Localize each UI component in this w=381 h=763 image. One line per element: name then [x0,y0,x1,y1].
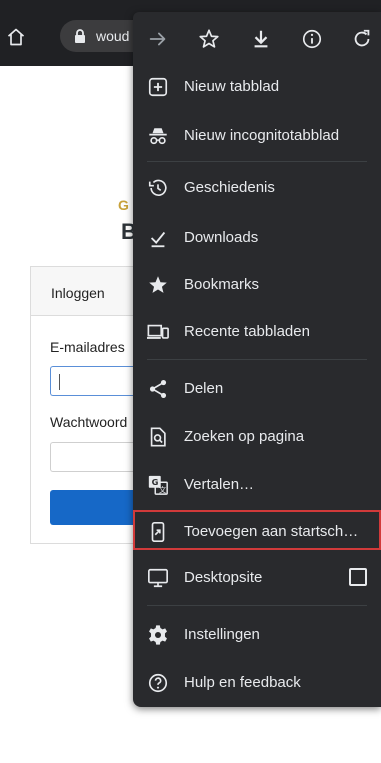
menu-toolbar [133,12,381,66]
menu-item-label: Zoeken op pagina [184,428,305,445]
menu-item-bookmarks[interactable]: Bookmarks [133,262,381,308]
menu-item-history[interactable]: Geschiedenis [133,165,381,211]
password-label: Wachtwoord [50,414,128,430]
password-field[interactable] [50,442,140,472]
share-icon [149,380,167,398]
menu-item-new-tab[interactable]: Nieuw tabblad [133,64,381,110]
download-icon[interactable] [250,28,272,50]
find-in-page-icon [150,427,166,447]
menu-item-label: Delen [184,380,224,397]
menu-item-label: Instellingen [184,626,260,643]
menu-divider [147,359,367,360]
logo-top-text: G [118,197,129,213]
text-caret [59,374,60,390]
email-field[interactable] [50,366,140,396]
menu-item-label: Bookmarks [184,276,260,293]
menu-item-label: Hulp en feedback [184,674,301,691]
menu-item-label: Nieuw incognitotabblad [184,127,340,144]
address-bar-text: woud [96,28,130,44]
email-label: E-mailadres [50,339,125,355]
menu-item-desktop-site[interactable]: Desktopsite [133,555,381,601]
menu-item-translate[interactable]: G 文 Vertalen… [133,462,381,508]
bookmarks-icon [149,276,167,293]
menu-divider [147,161,367,162]
login-card-title: Inloggen [51,285,105,301]
menu-item-label: Desktopsite [184,569,263,586]
login-button[interactable] [50,490,140,525]
screen: G B Inloggen E-mailadres Wachtwoord woud [0,0,381,763]
refresh-icon[interactable] [351,28,373,50]
forward-icon[interactable] [147,28,169,50]
downloads-icon [150,231,166,248]
menu-item-label: Nieuw tabblad [184,78,280,95]
svg-text:文: 文 [159,485,167,494]
svg-text:G: G [152,477,159,487]
highlight-box [133,510,381,550]
menu-item-settings[interactable]: Instellingen [133,612,381,658]
settings-icon [149,625,167,645]
star-icon[interactable] [198,28,220,50]
login-card-header: Inloggen [31,267,139,316]
desktop-site-checkbox[interactable] [349,568,367,586]
menu-item-label: Geschiedenis [184,179,275,196]
lock-icon [75,29,85,43]
overflow-menu: Nieuw tabblad Nieuw incognitotabblad Ges… [133,12,381,707]
new-tab-icon [148,77,168,97]
menu-item-downloads[interactable]: Downloads [133,215,381,261]
menu-item-share[interactable]: Delen [133,366,381,412]
menu-item-label: Recente tabbladen [184,323,310,340]
home-icon[interactable] [6,27,26,47]
menu-item-help-feedback[interactable]: Hulp en feedback [133,660,381,706]
translate-icon: G 文 [148,475,168,495]
history-icon [148,179,167,196]
menu-item-find-in-page[interactable]: Zoeken op pagina [133,414,381,460]
menu-item-recent-tabs[interactable]: Recente tabbladen [133,309,381,355]
help-icon [148,673,168,693]
recent-tabs-icon [147,324,169,339]
menu-item-label: Downloads [184,229,259,246]
menu-item-label: Vertalen… [184,476,255,493]
desktop-icon [148,568,168,588]
menu-divider [147,605,367,606]
menu-item-new-incognito-tab[interactable]: Nieuw incognitotabblad [133,113,381,159]
incognito-icon [149,128,167,145]
info-icon[interactable] [301,28,323,50]
